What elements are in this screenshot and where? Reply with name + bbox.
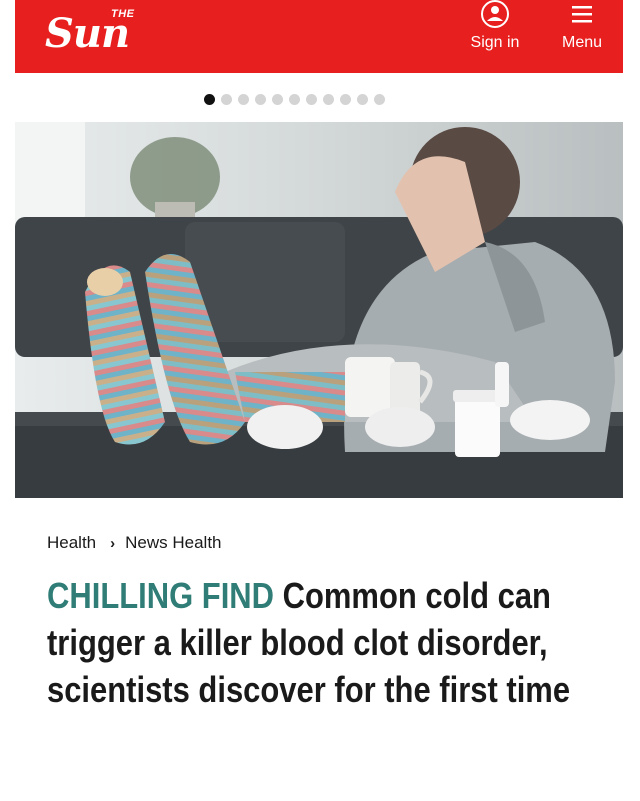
sign-in-button[interactable]: Sign in bbox=[460, 0, 530, 73]
breadcrumb-news-health[interactable]: News Health bbox=[125, 533, 221, 553]
carousel-dot[interactable] bbox=[221, 93, 232, 105]
carousel-indicator bbox=[204, 92, 385, 106]
article-headline[interactable]: CHILLING FIND Common cold can trigger a … bbox=[47, 572, 597, 713]
hero-photo bbox=[15, 122, 623, 498]
sign-in-label: Sign in bbox=[470, 34, 520, 51]
carousel-dot[interactable] bbox=[340, 93, 351, 105]
carousel-dot[interactable] bbox=[323, 93, 334, 105]
site-header: THE Sun Sign in Menu bbox=[15, 0, 623, 73]
user-circle-icon bbox=[481, 0, 509, 28]
carousel-dot[interactable] bbox=[357, 93, 368, 105]
headline-kicker: CHILLING FIND bbox=[47, 575, 283, 616]
menu-button[interactable]: Menu bbox=[547, 0, 617, 73]
carousel-dot[interactable] bbox=[306, 93, 317, 105]
carousel-dot[interactable] bbox=[272, 93, 283, 105]
breadcrumb: Health › News Health bbox=[47, 533, 222, 553]
carousel-dot[interactable] bbox=[204, 93, 215, 105]
carousel-dot[interactable] bbox=[374, 93, 385, 105]
hamburger-icon bbox=[572, 6, 592, 23]
hero-image[interactable] bbox=[15, 122, 623, 498]
the-sun-logo[interactable]: THE Sun bbox=[45, 8, 195, 58]
carousel-dot[interactable] bbox=[238, 93, 249, 105]
menu-label: Menu bbox=[561, 34, 603, 51]
carousel-dot[interactable] bbox=[255, 93, 266, 105]
carousel-dot[interactable] bbox=[289, 93, 300, 105]
chevron-right-icon: › bbox=[110, 534, 116, 552]
breadcrumb-health[interactable]: Health bbox=[47, 533, 96, 553]
logo-word: Sun bbox=[45, 10, 130, 57]
